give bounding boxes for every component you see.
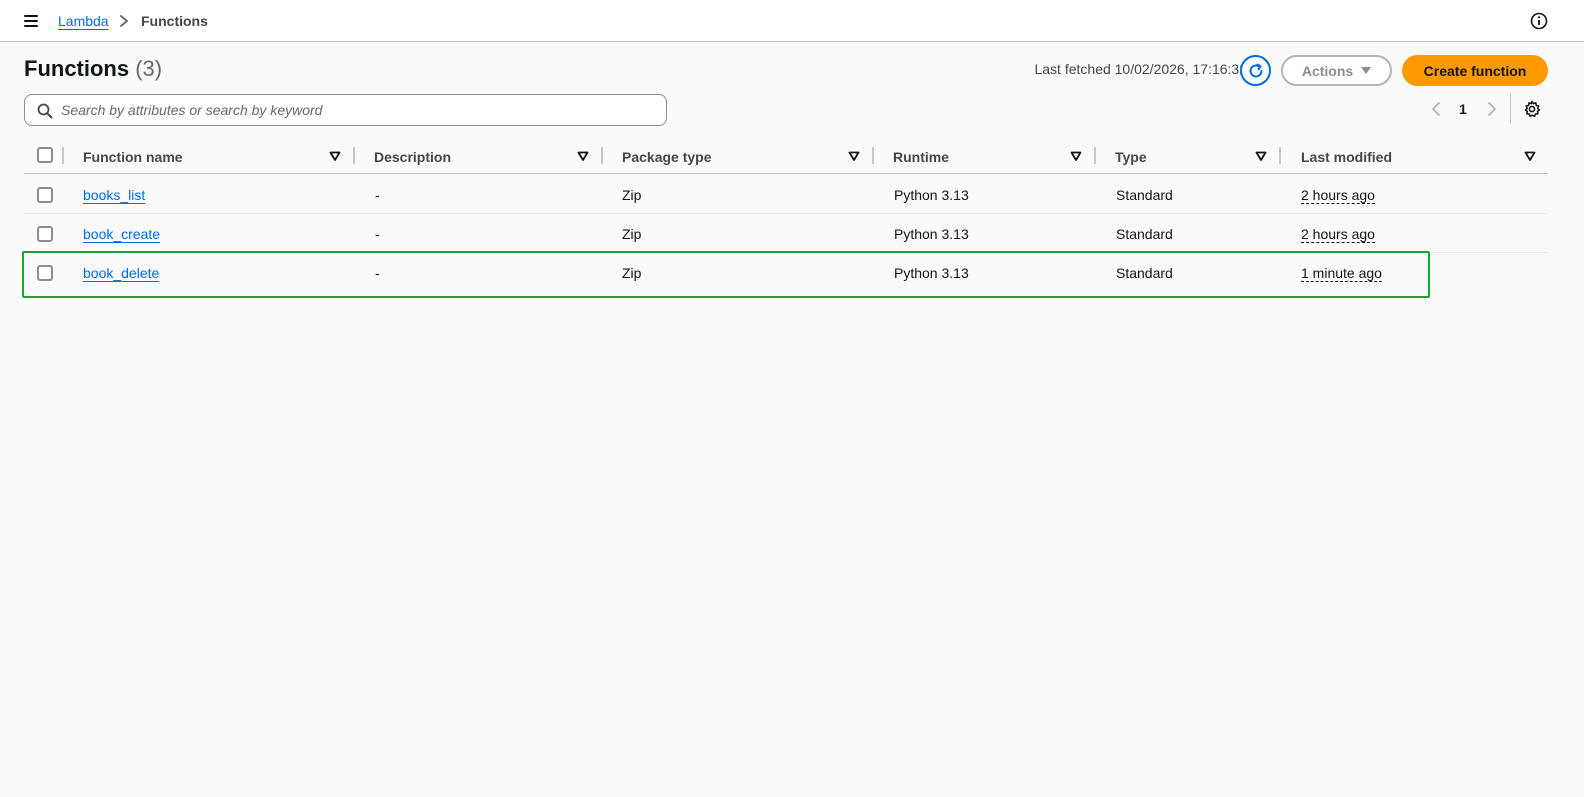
column-divider — [601, 147, 603, 164]
function-name-link[interactable]: book_delete — [83, 265, 159, 281]
package-type-cell: Zip — [622, 226, 642, 242]
row-checkbox[interactable] — [37, 226, 53, 242]
select-all-checkbox[interactable] — [37, 147, 53, 163]
last-fetched-text: Last fetched 10/02/2026, 17:16:32 — [1034, 61, 1247, 77]
description-cell: - — [375, 226, 380, 242]
sort-icon[interactable] — [577, 150, 589, 162]
type-cell: Standard — [1116, 265, 1173, 281]
last-modified-cell[interactable]: 1 minute ago — [1301, 265, 1382, 282]
column-header-function-name[interactable]: Function name — [83, 149, 183, 165]
sort-icon[interactable] — [329, 150, 341, 162]
sort-icon[interactable] — [1524, 150, 1536, 162]
description-cell: - — [375, 265, 380, 281]
create-function-button[interactable]: Create function — [1402, 55, 1548, 86]
type-cell: Standard — [1116, 226, 1173, 242]
last-modified-cell[interactable]: 2 hours ago — [1301, 187, 1375, 204]
refresh-button[interactable] — [1240, 55, 1271, 86]
caret-down-icon — [1361, 67, 1372, 74]
gear-icon[interactable] — [1523, 100, 1541, 118]
column-divider — [62, 147, 64, 164]
table-header: Function name Description Package type R… — [24, 138, 1548, 174]
column-divider — [353, 147, 355, 164]
refresh-icon — [1249, 63, 1262, 77]
table-row[interactable]: book_create - Zip Python 3.13 Standard 2… — [24, 214, 1548, 253]
column-header-type[interactable]: Type — [1115, 149, 1147, 165]
type-cell: Standard — [1116, 187, 1173, 203]
top-navigation-bar: Lambda Functions — [0, 0, 1584, 42]
breadcrumb-lambda-link[interactable]: Lambda — [58, 13, 109, 29]
menu-icon[interactable] — [22, 13, 40, 29]
pagination-divider — [1510, 94, 1511, 124]
breadcrumb-current: Functions — [141, 13, 208, 29]
column-header-runtime[interactable]: Runtime — [893, 149, 949, 165]
page-title-text: Functions — [24, 56, 130, 81]
actions-label: Actions — [1301, 62, 1354, 79]
search-icon — [37, 103, 53, 119]
actions-dropdown-button[interactable]: Actions — [1281, 55, 1392, 86]
page-title: Functions (3) — [24, 56, 162, 82]
table-row[interactable]: book_delete - Zip Python 3.13 Standard 1… — [24, 253, 1548, 292]
column-divider — [1094, 147, 1096, 164]
chevron-right-icon[interactable] — [1486, 100, 1498, 118]
search-field[interactable] — [24, 94, 667, 126]
column-divider — [1279, 147, 1281, 164]
description-cell: - — [375, 187, 380, 203]
search-input[interactable] — [61, 99, 651, 121]
sort-icon[interactable] — [1070, 150, 1082, 162]
function-name-link[interactable]: books_list — [83, 187, 145, 203]
sort-icon[interactable] — [848, 150, 860, 162]
chevron-left-icon[interactable] — [1430, 100, 1442, 118]
package-type-cell: Zip — [622, 265, 642, 281]
info-icon[interactable] — [1530, 12, 1548, 30]
last-modified-cell[interactable]: 2 hours ago — [1301, 226, 1375, 243]
function-name-link[interactable]: book_create — [83, 226, 160, 242]
row-checkbox[interactable] — [37, 187, 53, 203]
runtime-cell: Python 3.13 — [894, 265, 969, 281]
runtime-cell: Python 3.13 — [894, 226, 969, 242]
column-header-last-modified[interactable]: Last modified — [1301, 149, 1392, 165]
sort-icon[interactable] — [1255, 150, 1267, 162]
runtime-cell: Python 3.13 — [894, 187, 969, 203]
column-divider — [872, 147, 874, 164]
table-row[interactable]: books_list - Zip Python 3.13 Standard 2 … — [24, 175, 1548, 214]
column-header-package-type[interactable]: Package type — [622, 149, 712, 165]
function-count: (3) — [135, 56, 163, 81]
row-checkbox[interactable] — [37, 265, 53, 281]
package-type-cell: Zip — [622, 187, 642, 203]
column-header-description[interactable]: Description — [374, 149, 451, 165]
pagination-current-page[interactable]: 1 — [1459, 101, 1467, 117]
chevron-right-icon — [120, 15, 128, 27]
